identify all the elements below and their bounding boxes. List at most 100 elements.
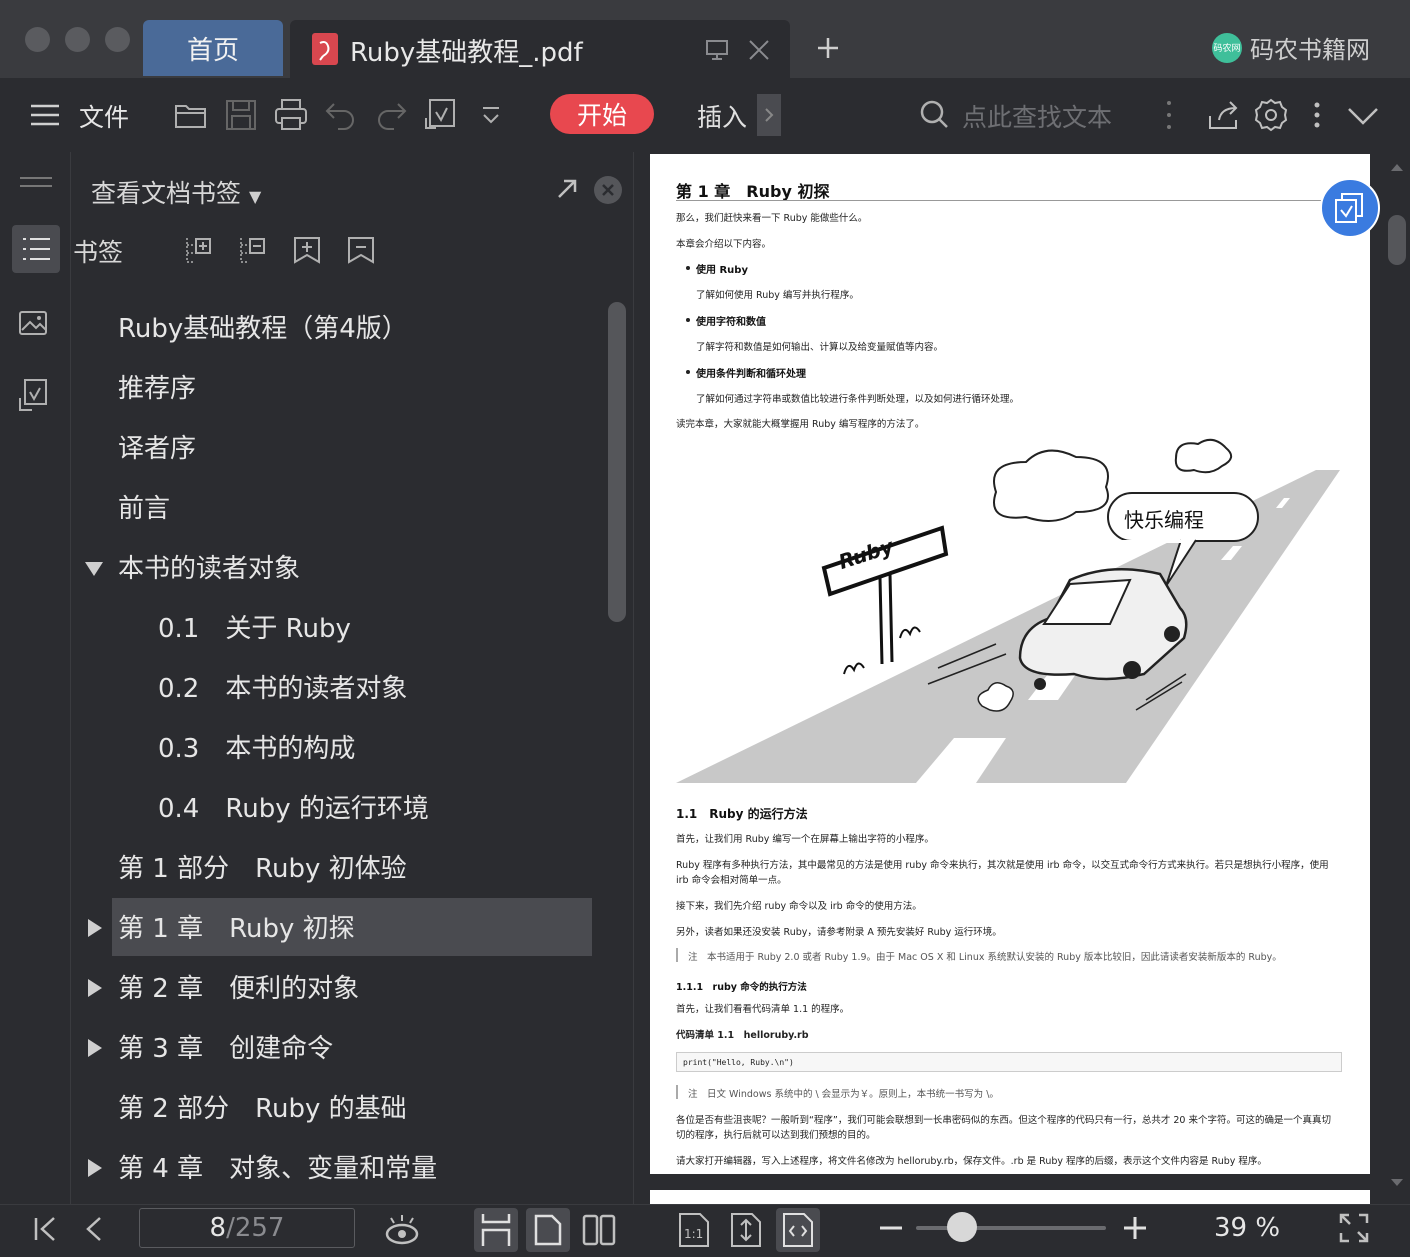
bookmark-item[interactable]: 0.1 关于 Ruby <box>158 608 351 645</box>
bookmark-item[interactable]: 译者序 <box>118 428 196 465</box>
previous-page-icon[interactable] <box>82 1214 106 1244</box>
rail-bookmarks-button[interactable] <box>12 225 60 273</box>
new-tab-icon[interactable] <box>816 36 840 60</box>
road-illustration <box>676 438 1340 783</box>
bookmark-item[interactable]: 前言 <box>118 488 170 525</box>
floating-convert-button[interactable] <box>1320 178 1380 238</box>
section-1-1-title: 1.1 Ruby 的运行方法 <box>676 807 808 821</box>
settings-gear-icon[interactable] <box>1252 96 1290 134</box>
expand-all-icon[interactable] <box>184 235 214 265</box>
fit-page-icon[interactable] <box>728 1210 764 1250</box>
save-icon[interactable] <box>222 96 260 134</box>
zoom-in-icon[interactable] <box>1122 1215 1148 1241</box>
note-bar <box>676 1085 678 1099</box>
zoom-out-icon[interactable] <box>878 1216 904 1240</box>
bookmark-item[interactable]: 第 2 部分 Ruby 的基础 <box>118 1088 407 1125</box>
s11-p4: 另外，读者如果还没安装 Ruby，请参考附录 A 预先安装好 Ruby 运行环境… <box>676 927 1002 938</box>
current-page: 8 <box>209 1213 227 1243</box>
more-dropdown-icon[interactable] <box>472 96 510 134</box>
collapse-arrow-icon[interactable] <box>85 562 103 576</box>
print-icon[interactable] <box>272 96 310 134</box>
first-page-icon[interactable] <box>32 1214 60 1244</box>
scroll-down-icon[interactable] <box>1390 1178 1404 1188</box>
ribbon-scroll-right-icon[interactable] <box>757 94 781 136</box>
brand-logo: 码农网 <box>1212 32 1242 63</box>
window-minimize-dot[interactable] <box>65 27 90 52</box>
brand-name: 码农书籍网 <box>1250 36 1370 64</box>
rail-handle-icon[interactable] <box>20 175 52 189</box>
s11-p2b: irb 命令会相对简单一点。 <box>676 875 787 886</box>
bookmark-item[interactable]: Ruby基础教程（第4版） <box>118 308 408 345</box>
s111-p1: 首先，让我们看看代码清单 1.1 的程序。 <box>676 1004 850 1015</box>
note-1: 注 本书适用于 Ruby 2.0 或者 Ruby 1.9。由于 Mac OS X… <box>688 952 1282 963</box>
tab-start[interactable]: 开始 <box>550 94 654 134</box>
rail-annotations-icon[interactable] <box>18 378 48 412</box>
bullet <box>686 266 690 270</box>
popout-icon[interactable] <box>556 178 578 200</box>
vertical-dots-icon[interactable] <box>1150 96 1188 134</box>
code-listing-caption: 代码清单 1.1 helloruby.rb <box>676 1030 809 1041</box>
add-bookmark-icon[interactable] <box>292 235 322 265</box>
collapse-all-icon[interactable] <box>238 235 268 265</box>
collapse-chevron-icon[interactable] <box>1344 96 1382 134</box>
single-page-button[interactable] <box>526 1208 570 1252</box>
expand-arrow-icon[interactable] <box>88 1159 102 1177</box>
fullscreen-icon[interactable] <box>1338 1212 1370 1244</box>
panel-title-dropdown[interactable]: 查看文档书签 ▼ <box>91 174 261 210</box>
search-icon[interactable] <box>916 96 954 134</box>
tab-document[interactable]: Ruby基础教程_.pdf <box>290 20 790 78</box>
file-menu[interactable]: 文件 <box>79 98 129 134</box>
panel-scrollbar[interactable] <box>608 302 626 622</box>
bookmark-item[interactable]: 第 2 章 便利的对象 <box>118 968 359 1005</box>
s11-p1: 首先，让我们用 Ruby 编写一个在屏幕上输出字符的小程序。 <box>676 834 934 845</box>
menu-icon[interactable] <box>26 96 64 134</box>
expand-arrow-icon[interactable] <box>88 1039 102 1057</box>
redo-icon[interactable] <box>372 96 410 134</box>
bookmark-item[interactable]: 推荐序 <box>118 368 196 405</box>
remove-bookmark-icon[interactable] <box>346 235 376 265</box>
zoom-slider-handle[interactable] <box>946 1212 977 1242</box>
bullet <box>686 370 690 374</box>
bookmark-item[interactable]: 第 3 章 创建命令 <box>118 1028 333 1065</box>
note-bar <box>676 948 678 962</box>
scroll-up-icon[interactable] <box>1390 162 1404 172</box>
bookmark-item[interactable]: 第 1 章 Ruby 初探 <box>118 908 355 945</box>
close-tab-icon[interactable] <box>748 39 770 61</box>
two-page-icon[interactable] <box>580 1210 618 1250</box>
zoom-slider-track[interactable] <box>916 1226 1106 1230</box>
more-options-icon[interactable] <box>1298 96 1336 134</box>
actual-size-icon[interactable]: 1:1 <box>676 1210 712 1250</box>
search-input[interactable]: 点此查找文本 <box>962 98 1112 134</box>
bookmark-item[interactable]: 0.2 本书的读者对象 <box>158 668 407 705</box>
bookmark-item[interactable]: 第 4 章 对象、变量和常量 <box>118 1148 437 1185</box>
undo-icon[interactable] <box>322 96 360 134</box>
share-icon[interactable] <box>1205 96 1243 134</box>
window-close-dot[interactable] <box>25 27 50 52</box>
expand-arrow-icon[interactable] <box>88 919 102 937</box>
open-folder-icon[interactable] <box>172 96 210 134</box>
fit-width-button[interactable] <box>776 1208 820 1252</box>
bookmark-item[interactable]: 0.3 本书的构成 <box>158 728 355 765</box>
continuous-scroll-button[interactable] <box>474 1208 518 1252</box>
tab-home[interactable]: 首页 <box>143 20 283 76</box>
bookmark-item[interactable]: 第 1 部分 Ruby 初体验 <box>118 848 407 885</box>
bullet-2-title: 使用字符和数值 <box>696 317 766 328</box>
chapter-title: 第 1 章 Ruby 初探 <box>676 182 830 201</box>
screen-icon[interactable] <box>705 39 729 61</box>
p5a: 各位是否有些沮丧呢？一般听到“程序”，我们可能会联想到一长串密码似的东西。但这个… <box>676 1115 1331 1126</box>
expand-arrow-icon[interactable] <box>88 979 102 997</box>
tab-insert[interactable]: 插入 <box>697 98 747 134</box>
p5b: 切的程序，执行后就可以达到我们预想的目的。 <box>676 1130 876 1141</box>
export-icon[interactable] <box>422 96 460 134</box>
reading-mode-eye-icon[interactable] <box>383 1212 421 1248</box>
close-panel-icon[interactable] <box>594 176 622 204</box>
bookmark-item[interactable]: 0.4 Ruby 的运行环境 <box>158 788 429 825</box>
document-scrollbar[interactable] <box>1388 215 1406 265</box>
zoom-percentage[interactable]: 39 % <box>1214 1213 1280 1243</box>
outro: 读完本章，大家就能大概掌握用 Ruby 编写程序的方法了。 <box>676 419 925 430</box>
title-rule <box>676 200 1344 201</box>
bookmark-item[interactable]: 本书的读者对象 <box>118 548 300 585</box>
page-number-input[interactable]: 8/257 <box>139 1208 355 1248</box>
rail-thumbnails-icon[interactable] <box>18 308 48 338</box>
window-zoom-dot[interactable] <box>105 27 130 52</box>
